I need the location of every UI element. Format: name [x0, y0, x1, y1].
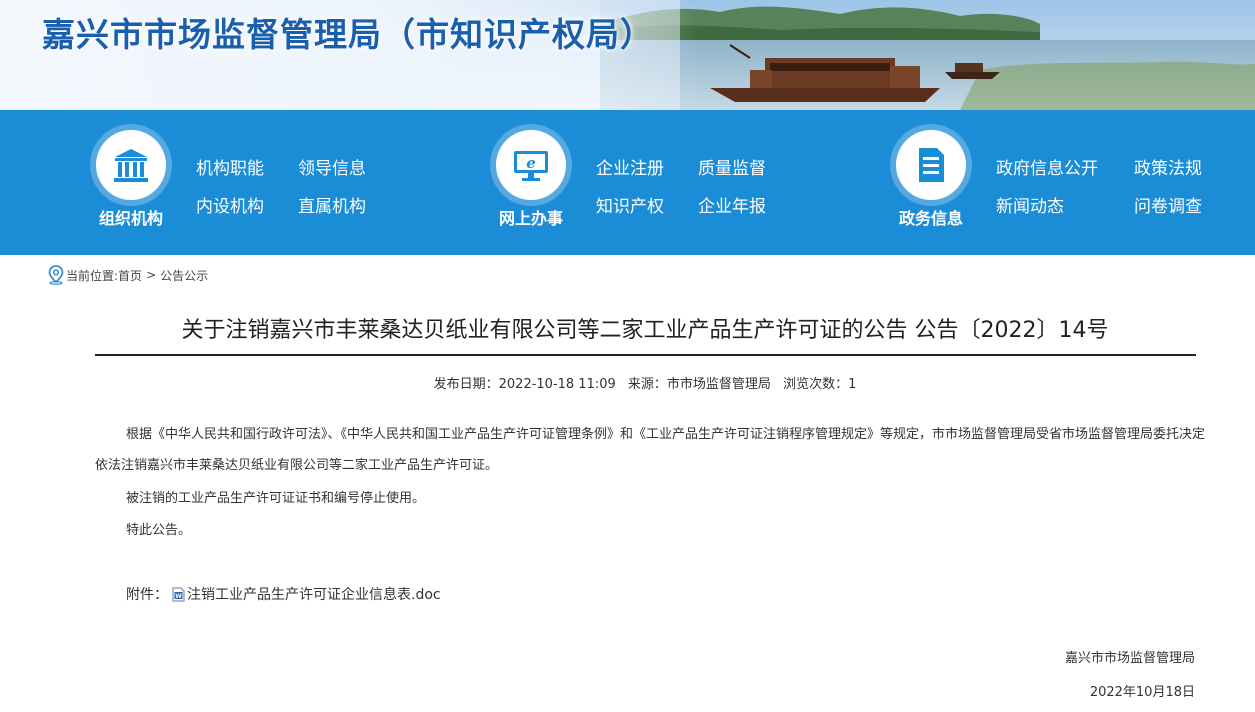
breadcrumb-current-link[interactable]: 公告公示 — [160, 267, 208, 284]
article-meta: 发布日期：2022-10-18 11:09 来源：市市场监督管理局 浏览次数：1 — [95, 373, 1195, 392]
nav-group-label[interactable]: 网上办事 — [486, 205, 576, 229]
breadcrumb-separator: > — [146, 268, 157, 282]
nav-link-qiye-nianbao[interactable]: 企业年报 — [698, 192, 766, 217]
signature-organization: 嘉兴市市场监督管理局 — [1064, 651, 1195, 666]
article-paragraph: 被注销的工业产品生产许可证证书和编号停止使用。 — [126, 491, 426, 506]
view-count: 浏览次数：1 — [783, 377, 857, 392]
header-banner: 嘉兴市市场监督管理局（市知识产权局） — [0, 0, 1255, 110]
nav-icon-circle[interactable]: e — [496, 130, 566, 200]
article-source: 来源：市市场监督管理局 — [627, 377, 771, 392]
nav-link-jigou-zhineng[interactable]: 机构职能 — [196, 154, 264, 179]
title-divider — [95, 354, 1196, 356]
nav-link-xinwen-dongtai[interactable]: 新闻动态 — [996, 192, 1064, 217]
breadcrumb: 当前位置: 首页 > 公告公示 — [47, 265, 208, 285]
nav-link-zhiliang-jiandu[interactable]: 质量监督 — [698, 154, 766, 179]
nav-link-zhishi-chanquan[interactable]: 知识产权 — [596, 192, 664, 217]
publish-date: 发布日期：2022-10-18 11:09 — [433, 377, 616, 392]
nav-link-wenjuan-diaocha[interactable]: 问卷调查 — [1134, 192, 1202, 217]
nav-link-lingdao-xinxi[interactable]: 领导信息 — [298, 154, 366, 179]
breadcrumb-home-link[interactable]: 首页 — [118, 267, 142, 284]
site-title: 嘉兴市市场监督管理局（市知识产权局） — [42, 15, 654, 54]
word-doc-icon: W — [172, 587, 185, 601]
attachment-link[interactable]: 注销工业产品生产许可证企业信息表.doc — [187, 584, 441, 604]
attachment-row: 附件： W 注销工业产品生产许可证企业信息表.doc — [126, 584, 441, 604]
main-nav: 组织机构 机构职能 领导信息 内设机构 直属机构 e 网上办事 企业注册 质量监… — [0, 110, 1255, 255]
signature-date: 2022年10月18日 — [1089, 685, 1195, 700]
nav-link-zhengce-fagui[interactable]: 政策法规 — [1134, 154, 1202, 179]
nav-group-label[interactable]: 政务信息 — [886, 205, 976, 229]
nav-link-zhengfu-xinxi-gongkai[interactable]: 政府信息公开 — [996, 154, 1098, 179]
nav-group-label[interactable]: 组织机构 — [86, 205, 176, 229]
svg-text:e: e — [526, 154, 536, 172]
location-pin-icon — [48, 265, 64, 285]
nav-link-qiye-zhuce[interactable]: 企业注册 — [596, 154, 664, 179]
article-title: 关于注销嘉兴市丰莱桑达贝纸业有限公司等二家工业产品生产许可证的公告 公告〔202… — [181, 318, 1109, 343]
nav-link-zhishu-jigou[interactable]: 直属机构 — [298, 192, 366, 217]
nav-link-neishe-jigou[interactable]: 内设机构 — [196, 192, 264, 217]
document-icon — [919, 148, 944, 182]
monitor-e-icon: e — [514, 151, 548, 181]
article-paragraph: 根据《中华人民共和国行政许可法》、《中华人民共和国工业产品生产许可证管理条例》和… — [95, 427, 1206, 473]
article-paragraph: 特此公告。 — [126, 523, 192, 538]
nav-icon-circle[interactable] — [96, 130, 166, 200]
svg-text:W: W — [175, 593, 182, 600]
building-columns-icon — [114, 149, 148, 182]
attachment-label: 附件： — [126, 587, 168, 603]
breadcrumb-prefix: 当前位置: — [66, 268, 119, 283]
nav-icon-circle[interactable] — [896, 130, 966, 200]
